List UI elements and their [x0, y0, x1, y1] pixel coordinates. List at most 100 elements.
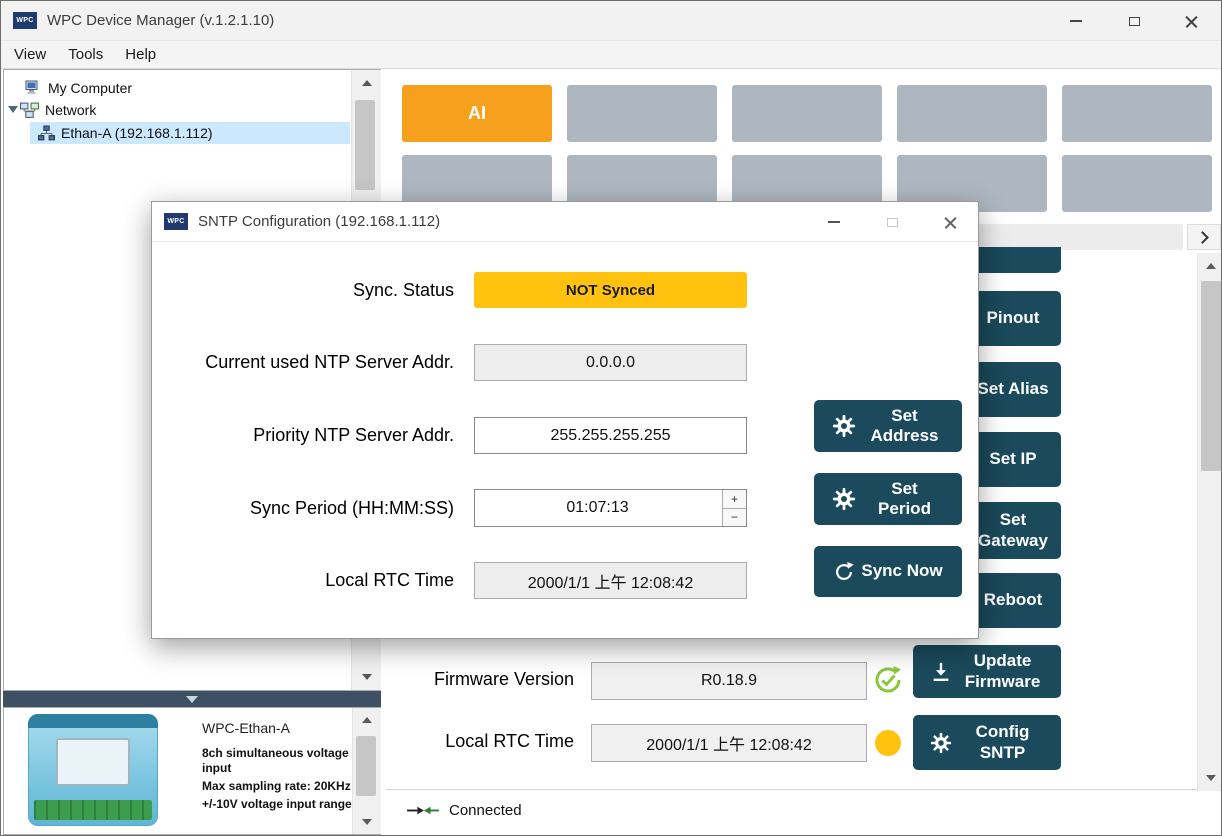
- scroll-down-button[interactable]: [1198, 765, 1222, 791]
- maximize-button[interactable]: [1111, 1, 1157, 41]
- close-icon: [943, 215, 958, 230]
- current-ntp-label: Current used NTP Server Addr.: [160, 344, 454, 381]
- minimize-icon: [1070, 20, 1082, 22]
- button-label: Set Period: [865, 479, 945, 520]
- gear-icon: [832, 414, 856, 438]
- tree-item-my-computer[interactable]: My Computer: [24, 78, 132, 98]
- device-spec-line: 8ch simultaneous voltage input: [202, 746, 364, 776]
- scroll-down-button[interactable]: [352, 664, 381, 690]
- device-lcd-screen: [56, 738, 130, 786]
- app-logo-icon: WPC: [13, 12, 37, 29]
- sync-status-badge: NOT Synced: [474, 272, 747, 308]
- menu-view[interactable]: View: [3, 42, 57, 67]
- tree-item-network[interactable]: Network: [20, 100, 96, 120]
- sync-period-spinner: + −: [474, 489, 747, 527]
- main-scrollbar[interactable]: [1197, 253, 1222, 791]
- tree-expander-icon[interactable]: [8, 106, 18, 113]
- titlebar: WPC WPC Device Manager (v.1.2.1.10): [1, 1, 1222, 41]
- window-title: WPC Device Manager (v.1.2.1.10): [47, 12, 274, 29]
- device-info-panel: WPC-Ethan-A 8ch simultaneous voltage inp…: [3, 707, 381, 835]
- priority-ntp-input[interactable]: [474, 417, 747, 454]
- update-firmware-button[interactable]: Update Firmware: [913, 645, 1061, 698]
- set-address-button[interactable]: Set Address: [814, 400, 962, 452]
- arrow-up-icon: [362, 717, 372, 723]
- gear-icon: [832, 487, 856, 511]
- tab-placeholder[interactable]: [732, 85, 882, 142]
- arrow-down-icon: [362, 819, 372, 825]
- button-label: Pinout: [987, 308, 1040, 328]
- dialog-logo-icon: WPC: [164, 213, 188, 230]
- tab-placeholder[interactable]: [897, 85, 1047, 142]
- device-terminal-block: [34, 800, 152, 820]
- dialog-close-button[interactable]: [930, 202, 970, 242]
- tab-placeholder[interactable]: [1062, 85, 1212, 142]
- config-sntp-button[interactable]: Config SNTP: [913, 715, 1061, 770]
- dialog-title: SNTP Configuration (192.168.1.112): [198, 213, 440, 230]
- button-label: Sync Now: [861, 561, 942, 581]
- tree-item-label: Ethan-A (192.168.1.112): [61, 125, 213, 141]
- arrow-up-icon: [1206, 263, 1216, 269]
- maximize-icon: [1129, 17, 1140, 26]
- scroll-up-button[interactable]: [353, 708, 381, 732]
- dialog-maximize-button: [872, 202, 912, 242]
- scrollbar-thumb[interactable]: [356, 736, 376, 796]
- tab-ai[interactable]: AI: [402, 85, 552, 142]
- device-name: WPC-Ethan-A: [202, 720, 290, 736]
- tree-item-device-ethan-a[interactable]: Ethan-A (192.168.1.112): [38, 124, 213, 142]
- scroll-up-button[interactable]: [1198, 253, 1222, 279]
- sync-period-input[interactable]: [474, 489, 747, 527]
- dialog-rtc-label: Local RTC Time: [160, 562, 454, 599]
- tree-item-label: My Computer: [48, 80, 132, 96]
- spinner-up-button[interactable]: +: [723, 490, 746, 509]
- arrow-up-icon: [362, 80, 372, 86]
- spinner-buttons: + −: [722, 490, 746, 526]
- local-rtc-time-label: Local RTC Time: [386, 731, 574, 752]
- minimize-icon: [828, 221, 840, 223]
- menu-tools[interactable]: Tools: [57, 42, 114, 67]
- computer-icon: [24, 80, 42, 96]
- button-label: Set Alias: [977, 379, 1048, 399]
- arrow-down-icon: [1206, 775, 1216, 781]
- tab-placeholder[interactable]: [567, 85, 717, 142]
- device-specs: 8ch simultaneous voltage input Max sampl…: [202, 746, 364, 815]
- device-top-cap: [28, 714, 158, 728]
- button-label: Config SNTP: [961, 722, 1045, 763]
- button-label: Set Address: [865, 406, 945, 447]
- spinner-down-button[interactable]: −: [723, 509, 746, 527]
- set-period-button[interactable]: Set Period: [814, 473, 962, 525]
- device-panel-scrollbar[interactable]: [352, 708, 381, 834]
- scroll-up-button[interactable]: [352, 70, 381, 96]
- sntp-config-dialog: WPC SNTP Configuration (192.168.1.112) S…: [151, 201, 979, 639]
- splitter-collapse-icon: [186, 696, 198, 703]
- app-window: WPC WPC Device Manager (v.1.2.1.10) View…: [0, 0, 1222, 836]
- sync-period-label: Sync Period (HH:MM:SS): [160, 489, 454, 527]
- device-spec-line: Max sampling rate: 20KHz: [202, 779, 364, 794]
- maximize-icon: [887, 218, 898, 227]
- priority-ntp-label: Priority NTP Server Addr.: [160, 417, 454, 454]
- statusbar-divider: [386, 789, 1222, 790]
- panel-splitter[interactable]: [3, 691, 381, 707]
- connected-icon: [407, 803, 439, 818]
- local-rtc-time-field: 2000/1/1 上午 12:08:42: [591, 724, 867, 762]
- close-icon: [1184, 14, 1199, 29]
- sync-now-button[interactable]: Sync Now: [814, 546, 962, 597]
- scrollbar-thumb[interactable]: [1201, 281, 1221, 471]
- arrow-down-icon: [362, 674, 372, 680]
- menu-help[interactable]: Help: [114, 42, 167, 67]
- close-button[interactable]: [1168, 1, 1214, 41]
- firmware-version-field: R0.18.9: [591, 662, 867, 700]
- download-icon: [930, 661, 952, 683]
- tab-placeholder[interactable]: [1062, 155, 1212, 212]
- firmware-ok-icon: [873, 665, 903, 695]
- scroll-down-button[interactable]: [353, 810, 381, 834]
- rtc-status-indicator: [875, 730, 901, 756]
- dialog-minimize-button[interactable]: [814, 202, 854, 242]
- scroll-right-button[interactable]: [1187, 224, 1221, 250]
- connection-status-text: Connected: [449, 802, 522, 819]
- button-label: Set IP: [989, 449, 1036, 469]
- scrollbar-thumb[interactable]: [355, 100, 375, 190]
- device-photo: [10, 712, 194, 830]
- gear-icon: [930, 732, 952, 754]
- sync-status-label: Sync. Status: [160, 272, 454, 308]
- minimize-button[interactable]: [1053, 1, 1099, 41]
